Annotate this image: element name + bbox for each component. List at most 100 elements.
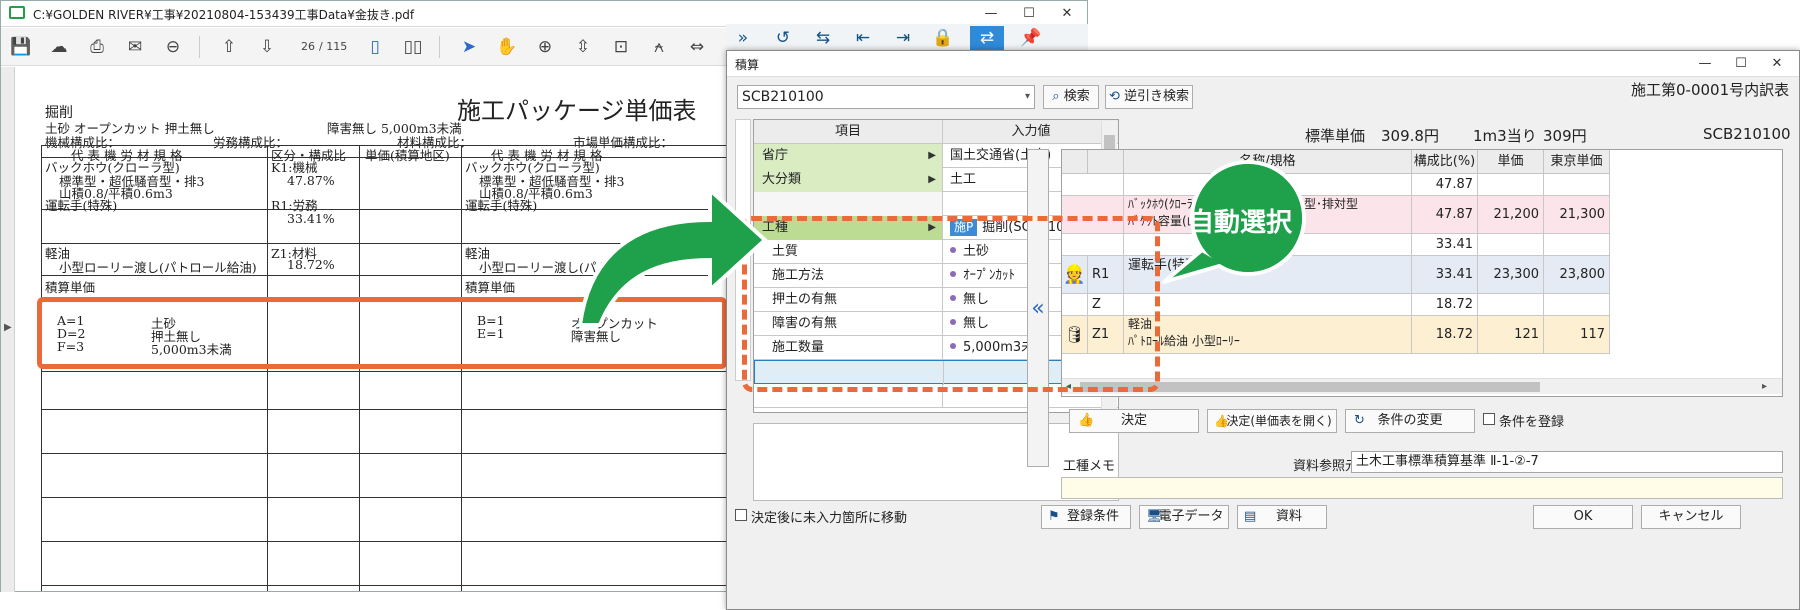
cancel-button[interactable]: キャンセル [1641,505,1741,529]
grid-row-label: 省庁 ▶ [754,144,943,168]
source-value: 土木工事標準積算基準 Ⅱ-1-②-7 [1356,454,1539,469]
col-header-price: 単価 [1478,150,1544,174]
documents-button[interactable]: ▤ 資料 [1237,505,1327,529]
toggle-arrows-icon[interactable]: ⇄ [970,26,1004,50]
reverse-search-button[interactable]: ⟲ 逆引き検索 [1105,85,1193,109]
chevron-down-icon[interactable]: ▾ [1025,86,1030,108]
swap-icon[interactable]: ⇆ [806,26,840,50]
source-field[interactable]: 土木工事標準積算基準 Ⅱ-1-②-7 [1351,451,1783,473]
dialog-titlebar: 積算 — ☐ ✕ [727,51,1799,77]
cell-name[interactable]: 軽油 ﾊﾟﾄﾛｰﾙ給油 小型ﾛｰﾘｰ [1124,316,1412,354]
ok-button-label: OK [1573,509,1593,524]
registered-conditions-button[interactable]: ⚑ 登録条件 [1041,505,1131,529]
page-number-input[interactable]: 26 [287,37,315,57]
cell-ratio: 47.87 [1412,196,1478,234]
close-icon[interactable]: ✕ [1763,54,1791,74]
minimize-icon[interactable]: — [977,4,1005,24]
right-bracket-arrow-icon[interactable]: ⇥ [886,26,920,50]
move-after-decide-label: 決定後に未入力箇所に移動 [751,511,908,526]
search-code-input[interactable]: SCB210100 ▾ [737,85,1035,109]
zoom-out-icon[interactable]: ⊖ [161,35,185,59]
ok-button[interactable]: OK [1533,505,1633,529]
material-name: 軽油 [1128,317,1153,331]
result-code: SCB210100 [1703,125,1791,143]
row1-ratio-val: 47.87% [287,173,335,188]
memo-label: 工種メモ [1063,459,1116,474]
source-label: 資料参照元 [1293,459,1359,474]
auto-select-text: 自動選択 [1188,208,1293,238]
pdf-side-panel[interactable]: ▶ [1,67,15,592]
thumbs-up-icon: 👍 [1078,413,1095,428]
maximize-icon[interactable]: ☐ [1015,4,1043,24]
pin-icon[interactable]: 📌 [1014,26,1048,50]
doc-title: 施工パッケージ単価表 [457,97,697,125]
cell-name[interactable] [1124,294,1412,316]
decide-open-button[interactable]: 👍 決定(単価表を開く) [1207,409,1337,433]
toolbar-separator [439,36,440,58]
register-condition-checkbox[interactable] [1483,413,1495,425]
zoom-in-icon[interactable]: ⊕ [533,35,557,59]
minimize-icon[interactable]: — [1691,54,1719,74]
row2-ratio-val: 33.41% [287,211,335,226]
expand-arrow-icon[interactable]: ▶ [4,322,12,333]
col-header-code [1088,150,1124,174]
grid-header-row: 項目 入力値 [754,120,1118,144]
single-page-icon[interactable]: ▯ [363,35,387,59]
lock-search-icon[interactable]: 🔒 [926,26,960,50]
row-arrow-icon: ▶ [928,150,936,161]
maximize-icon[interactable]: ☐ [1727,54,1755,74]
pdf-window-title: C:¥GOLDEN RIVER¥工事¥20210804-153439工事Data… [33,8,415,22]
decide-button[interactable]: 👍 決定 [1069,409,1199,433]
left-bracket-arrow-icon[interactable]: ⇤ [846,26,880,50]
refresh-icon: ↻ [1354,413,1365,428]
row4-r-spec: 積算単価 [465,280,516,295]
thumbs-up-plus-icon: 👍 [1214,414,1229,428]
search-button[interactable]: ⌕ 検索 [1043,85,1099,109]
per-m3-label: 1m3当り [1473,127,1537,145]
upload-icon[interactable]: ☁ [47,35,71,59]
horizontal-scrollbar[interactable]: ◂ ▸ [1062,378,1782,394]
reverse-search-label: 逆引き検索 [1124,89,1190,104]
undo-icon[interactable]: ↺ [766,26,800,50]
fit-page-icon[interactable]: ⊡ [609,35,633,59]
select-arrow-icon[interactable]: ➤ [457,35,481,59]
move-after-decide-checkbox[interactable] [735,509,747,521]
save-icon[interactable]: 💾 [9,35,33,59]
memo-textarea[interactable] [1061,477,1783,499]
search-button-label: 検索 [1063,89,1090,104]
fit-width-icon[interactable]: ⇔ [685,35,709,59]
change-condition-button[interactable]: ↻ 条件の変更 [1345,409,1475,433]
hand-icon[interactable]: ✋ [495,35,519,59]
fit-height-icon[interactable]: ⇳ [571,35,595,59]
row-arrow-icon: ▶ [928,174,936,185]
two-page-icon[interactable]: ▯▯ [401,35,425,59]
print-icon[interactable]: ⎙ [85,35,109,59]
row4-spec: 積算単価 [45,280,96,295]
decide-open-button-label: 決定(単価表を開く) [1226,414,1332,428]
cell-tokyo [1544,174,1610,196]
change-condition-label: 条件の変更 [1377,413,1443,428]
flag-icon: ⚑ [1048,509,1060,524]
cell-tokyo: 117 [1544,316,1610,354]
cell-price: 23,300 [1478,256,1544,294]
row2-spec: 運転手(特殊) [45,198,118,213]
grid-row-label: 大分類 ▶ [754,168,943,192]
prev-page-icon[interactable]: ⇧ [217,35,241,59]
cell-tokyo [1544,234,1610,256]
mail-icon[interactable]: ✉ [123,35,147,59]
green-arrow-graphic [577,185,768,327]
documents-label: 資料 [1275,509,1302,524]
acrobat-icon[interactable]: ⍲ [647,35,671,59]
double-chevron-icon[interactable]: » [726,26,760,50]
next-page-icon[interactable]: ⇩ [255,35,279,59]
toolbar-separator [199,36,200,58]
decide-button-label: 決定 [1120,413,1147,428]
table-row[interactable] [1062,174,1124,196]
scroll-right-icon[interactable]: ▸ [1762,379,1767,395]
close-icon[interactable]: ✕ [1053,4,1081,24]
col-header-ratio: 構成比(%) [1412,150,1478,174]
electronic-data-button[interactable]: 🖥 電子データ [1139,505,1229,529]
search-code-value: SCB210100 [742,89,824,105]
arrow-body [577,185,768,327]
cell-ratio: 18.72 [1412,294,1478,316]
